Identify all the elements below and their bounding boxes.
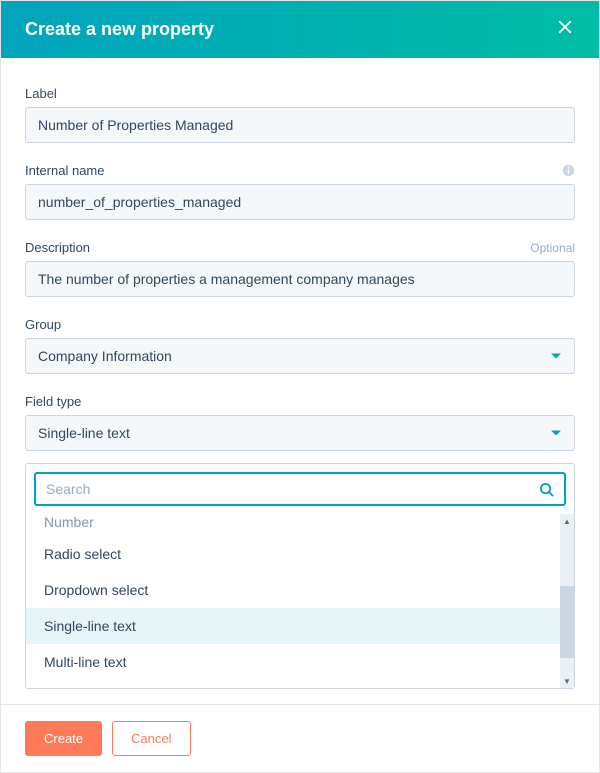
caret-down-icon [550,350,562,362]
label-field-group: Label [25,86,575,143]
option-single-line-text[interactable]: Single-line text [26,608,574,644]
label-field-label: Label [25,86,57,101]
options-list: Number Radio select Dropdown select Sing… [26,514,574,688]
option-multi-line-text[interactable]: Multi-line text [26,644,574,680]
search-icon [539,482,554,497]
create-property-modal: Create a new property Label Internal nam… [0,0,600,773]
description-input[interactable] [25,261,575,297]
field-type-field-group: Field type Single-line text [25,394,575,689]
modal-header: Create a new property [1,1,599,58]
internal-name-field-group: Internal name [25,163,575,220]
group-select[interactable]: Company Information [25,338,575,374]
field-type-dropdown: Number Radio select Dropdown select Sing… [25,463,575,689]
create-button[interactable]: Create [25,721,102,756]
field-type-field-label: Field type [25,394,81,409]
internal-name-field-label: Internal name [25,163,105,178]
close-button[interactable] [555,20,575,40]
group-field-group: Group Company Information [25,317,575,374]
dropdown-search-box[interactable] [34,472,566,506]
scroll-up-arrow[interactable]: ▲ [560,514,574,528]
group-select-value: Company Information [38,348,172,364]
close-icon [556,18,574,41]
options-scroll: Number Radio select Dropdown select Sing… [26,514,574,688]
option-hubspot-user[interactable]: HubSpot user [26,680,574,688]
modal-body: Label Internal name Description Optional… [1,58,599,704]
caret-down-icon [550,427,562,439]
modal-title: Create a new property [25,19,214,40]
dropdown-search-input[interactable] [46,481,539,497]
scroll-thumb[interactable] [560,586,574,658]
option-radio-select[interactable]: Radio select [26,536,574,572]
info-icon[interactable] [562,164,575,177]
option-dropdown-select[interactable]: Dropdown select [26,572,574,608]
cancel-button[interactable]: Cancel [112,721,190,756]
description-field-label: Description [25,240,90,255]
field-type-select[interactable]: Single-line text [25,415,575,451]
option-number[interactable]: Number [26,514,574,536]
optional-label: Optional [530,241,575,255]
description-field-group: Description Optional [25,240,575,297]
internal-name-input[interactable] [25,184,575,220]
modal-footer: Create Cancel [1,704,599,772]
group-field-label: Group [25,317,61,332]
field-type-select-value: Single-line text [38,425,130,441]
scrollbar[interactable]: ▲ ▼ [560,514,574,688]
scroll-down-arrow[interactable]: ▼ [560,674,574,688]
label-input[interactable] [25,107,575,143]
